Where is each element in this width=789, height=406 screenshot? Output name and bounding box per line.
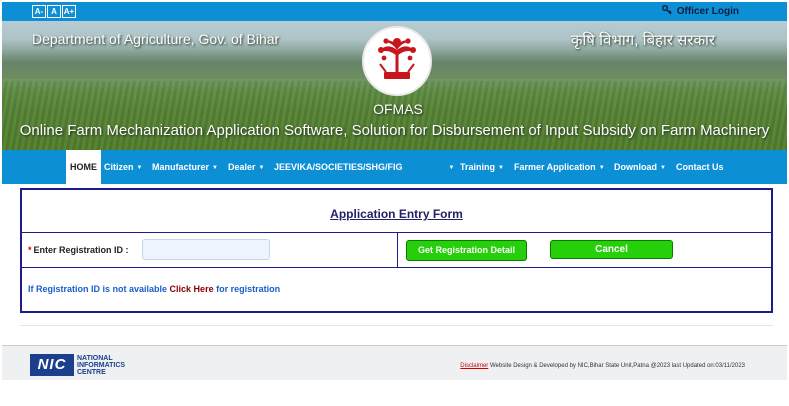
nav-download-label: Download bbox=[614, 162, 657, 172]
caret-down-icon: ▼ bbox=[660, 165, 666, 171]
nav-citizen[interactable]: Citizen ▼ bbox=[104, 150, 142, 184]
nav-jeevika[interactable]: JEEVIKA/SOCIETIES/SHG/FIG ▼ bbox=[274, 150, 454, 184]
row-divider bbox=[397, 233, 398, 267]
nav-training-label: Training bbox=[460, 162, 496, 172]
nav-manufacturer[interactable]: Manufacturer ▼ bbox=[152, 150, 218, 184]
main-nav: HOME Citizen ▼ Manufacturer ▼ Dealer ▼ JEEV… bbox=[2, 150, 787, 184]
caret-down-icon: ▼ bbox=[498, 165, 504, 171]
department-name-english: Department of Agriculture, Gov. of Bihar bbox=[32, 31, 280, 47]
note-suffix: for registration bbox=[216, 284, 281, 294]
caret-down-icon: ▼ bbox=[598, 165, 605, 171]
registration-id-label-text: Enter Registration ID : bbox=[33, 245, 129, 255]
nic-logo: NIC NATIONAL INFORMATICS CENTRE bbox=[30, 354, 125, 376]
caret-down-icon: ▼ bbox=[136, 165, 143, 171]
registration-note: If Registration ID is not available Clic… bbox=[28, 284, 280, 294]
top-bar: A- A A+ Officer Login bbox=[2, 2, 787, 21]
app-short-name: OFMAS bbox=[373, 101, 423, 117]
nav-farmer-application-label: Farmer Application bbox=[514, 162, 596, 172]
application-entry-form: Application Entry Form * Enter Registrati… bbox=[20, 188, 773, 313]
nic-line-1: NATIONAL bbox=[77, 354, 113, 362]
page: A- A A+ Officer Login Department of Agri… bbox=[0, 0, 789, 406]
font-increase-button[interactable]: A+ bbox=[62, 5, 76, 18]
click-here-link[interactable]: Click Here bbox=[170, 284, 214, 294]
caret-down-icon: ▼ bbox=[448, 165, 455, 171]
registration-id-input[interactable] bbox=[142, 239, 270, 260]
nic-line-3: CENTRE bbox=[77, 368, 106, 376]
key-icon bbox=[661, 5, 672, 18]
nav-dealer[interactable]: Dealer ▼ bbox=[228, 150, 264, 184]
nav-citizen-label: Citizen bbox=[104, 162, 134, 172]
required-mark: * bbox=[28, 245, 32, 255]
nav-training[interactable]: Training ▼ bbox=[460, 150, 504, 184]
nav-manufacturer-label: Manufacturer bbox=[152, 162, 210, 172]
credit-text: Website Design & Developed by NIC,Bihar … bbox=[489, 363, 745, 369]
nav-dealer-label: Dealer bbox=[228, 162, 256, 172]
font-normal-button[interactable]: A bbox=[47, 5, 61, 18]
nav-download[interactable]: Download ▼ bbox=[614, 150, 666, 184]
app-full-name: Online Farm Mechanization Application So… bbox=[19, 122, 770, 139]
nav-farmer-application[interactable]: Farmer Application ▼ bbox=[514, 150, 605, 184]
nic-line-2: INFORMATICS bbox=[77, 361, 126, 369]
bihar-emblem-logo bbox=[362, 26, 432, 96]
content-divider bbox=[20, 325, 773, 326]
caret-down-icon: ▼ bbox=[258, 165, 265, 171]
disclaimer-link[interactable]: Disclaimer bbox=[460, 363, 488, 369]
caret-down-icon: ▼ bbox=[212, 165, 218, 171]
registration-id-label: * Enter Registration ID : bbox=[28, 245, 129, 255]
nic-mark: NIC bbox=[30, 354, 74, 376]
officer-login-link[interactable]: Officer Login bbox=[661, 5, 739, 18]
nav-home[interactable]: HOME bbox=[66, 150, 101, 184]
nic-name: NATIONAL INFORMATICS CENTRE bbox=[77, 355, 125, 376]
cancel-button[interactable]: Cancel bbox=[550, 240, 673, 259]
footer-credit: Disclaimer Website Design & Developed by… bbox=[460, 363, 745, 369]
footer: NIC NATIONAL INFORMATICS CENTRE Disclaim… bbox=[2, 345, 787, 380]
get-registration-detail-button[interactable]: Get Registration Detail bbox=[406, 240, 527, 261]
officer-login-label: Officer Login bbox=[676, 6, 739, 17]
form-title: Application Entry Form bbox=[330, 207, 463, 221]
department-name-hindi: कृषि विभाग, बिहार सरकार bbox=[570, 32, 715, 49]
font-decrease-button[interactable]: A- bbox=[32, 5, 46, 18]
nav-jeevika-label: JEEVIKA/SOCIETIES/SHG/FIG bbox=[274, 162, 403, 172]
nav-contact-us[interactable]: Contact Us bbox=[676, 150, 724, 184]
header-banner: Department of Agriculture, Gov. of Bihar… bbox=[2, 21, 787, 150]
registration-row: * Enter Registration ID : Get Registratio… bbox=[22, 232, 771, 268]
note-prefix: If Registration ID is not available bbox=[28, 284, 168, 294]
